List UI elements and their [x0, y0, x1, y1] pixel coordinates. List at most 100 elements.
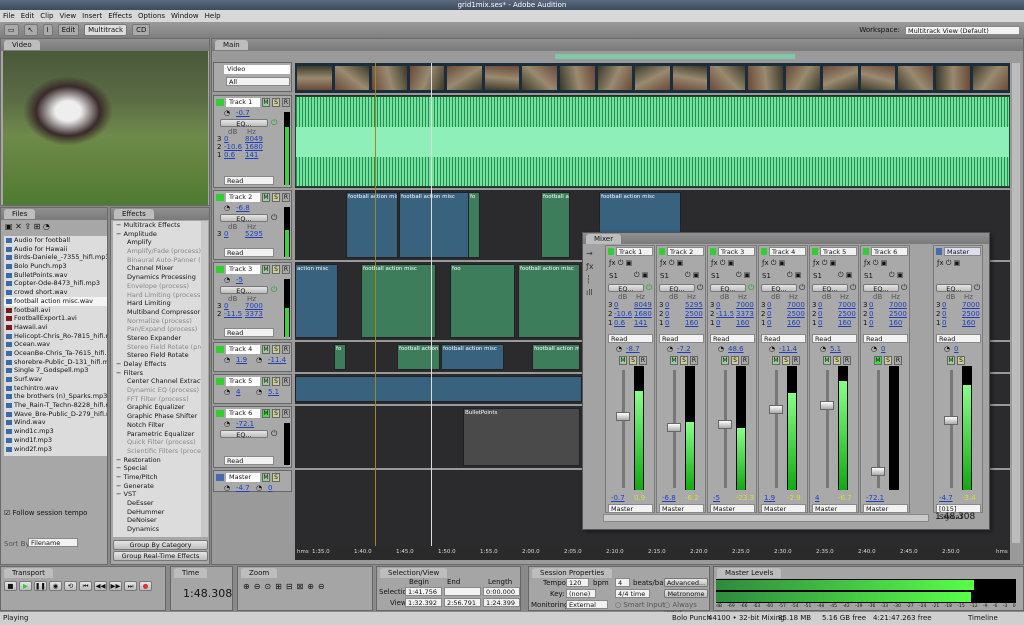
pan-value[interactable]: -7.2 [677, 345, 691, 353]
volume-value[interactable]: -5 [713, 494, 720, 502]
strip-name[interactable]: Track 6 [871, 247, 908, 256]
eq-button[interactable]: EQ... [812, 284, 848, 293]
effect-item[interactable]: Quick Filter (process) [113, 438, 201, 447]
video-filter-select[interactable]: All [226, 77, 290, 86]
send-power-icon[interactable]: ⏻ ▣ [838, 271, 852, 280]
effect-item[interactable]: Dynamics Processing [113, 273, 201, 282]
mute-button[interactable]: M [262, 377, 270, 386]
send-power-icon[interactable]: ⏻ ▣ [685, 271, 699, 280]
effect-item[interactable]: Graphic Equalizer [113, 403, 201, 412]
track-name[interactable]: Track 1 [226, 98, 260, 107]
solo-button[interactable]: S [680, 356, 688, 365]
effect-item[interactable]: − Multitrack Effects [113, 221, 201, 230]
automation-select[interactable]: Read [710, 334, 755, 343]
eq-freq[interactable]: 7000 [962, 301, 980, 309]
automation-select[interactable]: Read [863, 334, 908, 343]
track-name[interactable]: Track 4 [226, 345, 260, 354]
volume-fader[interactable] [718, 419, 732, 429]
solo-button[interactable]: S [272, 98, 280, 107]
pan-value[interactable]: 0 [268, 484, 272, 492]
file-item[interactable]: Copter-Ode-8473_hifi.mp3 [4, 279, 107, 288]
effects-power-icon[interactable]: ƒx ⏻ ▣ [609, 259, 632, 268]
solo-button[interactable]: S [272, 473, 280, 482]
eq-gain[interactable]: 0 [942, 319, 946, 327]
effect-item[interactable]: Stereo Field Rotate (process) [113, 343, 201, 352]
video-tab[interactable]: Video [4, 40, 40, 50]
mute-button[interactable]: M [262, 409, 270, 418]
eq-power-icon[interactable]: ⏻ [271, 429, 277, 439]
send-power-icon[interactable]: ⏻ ▣ [634, 271, 648, 280]
record-arm-button[interactable]: R [741, 356, 749, 365]
volume-knob-icon[interactable]: ◔ [718, 345, 724, 353]
eq-freq[interactable]: 8049 [634, 301, 652, 309]
output-select[interactable]: Master [608, 504, 653, 513]
file-item[interactable]: football.avi [4, 306, 107, 315]
solo-button[interactable]: S [731, 356, 739, 365]
effect-item[interactable]: DeNoiser [113, 516, 201, 525]
zoom-tab[interactable]: Zoom [241, 568, 278, 578]
record-arm-button[interactable]: R [282, 345, 290, 354]
eq-button[interactable]: EQ... [220, 430, 268, 439]
mute-button[interactable]: M [262, 473, 270, 482]
record-arm-button[interactable]: R [282, 98, 290, 107]
eq-freq[interactable]: 160 [889, 319, 902, 327]
menu-clip[interactable]: Clip [40, 10, 53, 22]
output-select[interactable]: Master [863, 504, 908, 513]
solo-button[interactable]: S [272, 193, 280, 202]
pause-button[interactable]: ❚❚ [34, 581, 47, 591]
eq-power-icon[interactable]: ⏻ [974, 283, 980, 293]
effect-item[interactable]: Amplify/Fade (process) [113, 247, 201, 256]
hybrid-tool-icon[interactable]: ▭ [4, 24, 19, 36]
monitoring-select[interactable]: External [566, 600, 608, 609]
record-button[interactable]: ● [139, 581, 152, 591]
zoom-buttons-icons[interactable]: ⊕⊖⊙⊞⊟⊠⊕⊖ [243, 582, 329, 591]
track-name[interactable]: Track 3 [226, 265, 260, 274]
pan-value[interactable]: -11.4 [779, 345, 797, 353]
eq-freq[interactable]: 1680 [245, 143, 263, 151]
advanced-button[interactable]: Advanced... [664, 578, 708, 587]
pan-value[interactable]: 5.1 [268, 388, 279, 396]
effects-power-icon[interactable]: ƒx ⏻ ▣ [711, 259, 734, 268]
solo-button[interactable]: S [272, 265, 280, 274]
effect-item[interactable]: − Amplitude [113, 230, 201, 239]
effects-power-icon[interactable]: ƒx ⏻ ▣ [937, 259, 960, 268]
eq-power-icon[interactable]: ⏻ [271, 285, 277, 295]
eq-gain[interactable]: 0.6 [224, 151, 235, 159]
file-item[interactable]: Helicopt-Chris_Ro-7815_hifi.mp3 [4, 332, 107, 341]
selection-begin-field[interactable]: 1:41.756 [405, 587, 442, 596]
eq-freq[interactable]: 160 [736, 319, 749, 327]
pan-knob-icon[interactable]: ◔ [256, 388, 262, 396]
stop-button[interactable]: ■ [4, 581, 17, 591]
eq-freq[interactable]: 160 [838, 319, 851, 327]
file-item[interactable]: the brothers (n)_Sparks.mp3 [4, 392, 107, 401]
volume-value[interactable]: 1.9 [764, 494, 775, 502]
send-power-icon[interactable]: ⏻ ▣ [787, 271, 801, 280]
play-from-cursor-button[interactable]: ◉ [49, 581, 62, 591]
effects-power-icon[interactable]: ƒx ⏻ ▣ [762, 259, 785, 268]
eq-gain[interactable]: 0 [716, 319, 720, 327]
eq-button[interactable]: EQ... [220, 119, 268, 128]
audio-clip[interactable]: football action misc [541, 192, 570, 258]
menu-edit[interactable]: Edit [21, 10, 35, 22]
session-properties-tab[interactable]: Session Properties [532, 568, 613, 578]
volume-knob-icon[interactable]: ◔ [224, 204, 230, 212]
audio-clip[interactable]: football action misc [346, 192, 398, 258]
output-select[interactable]: Master [659, 504, 704, 513]
effect-item[interactable]: Normalize (process) [113, 317, 201, 326]
record-arm-button[interactable]: R [894, 356, 902, 365]
volume-fader[interactable] [667, 422, 681, 432]
file-item[interactable]: Audio for football [4, 236, 107, 245]
menu-insert[interactable]: Insert [82, 10, 102, 22]
effect-item[interactable]: Envelope (process) [113, 282, 201, 291]
eq-gain[interactable]: -10.6 [614, 310, 632, 318]
volume-knob-icon[interactable]: ◔ [224, 276, 230, 284]
group-by-category-button[interactable]: Group By Category [113, 540, 208, 550]
eq-gain[interactable]: -11.5 [224, 310, 242, 318]
playhead[interactable] [431, 63, 432, 546]
eq-gain[interactable]: 0 [224, 230, 228, 238]
eq-freq[interactable]: 3373 [245, 310, 263, 318]
volume-knob-icon[interactable]: ◔ [224, 420, 230, 428]
effect-item[interactable]: Dynamics [113, 525, 201, 534]
group-realtime-effects-button[interactable]: Group Real-Time Effects [113, 551, 208, 561]
file-item[interactable]: OceanBe-Chris_Ta-7615_hifi.mp3 [4, 349, 107, 358]
